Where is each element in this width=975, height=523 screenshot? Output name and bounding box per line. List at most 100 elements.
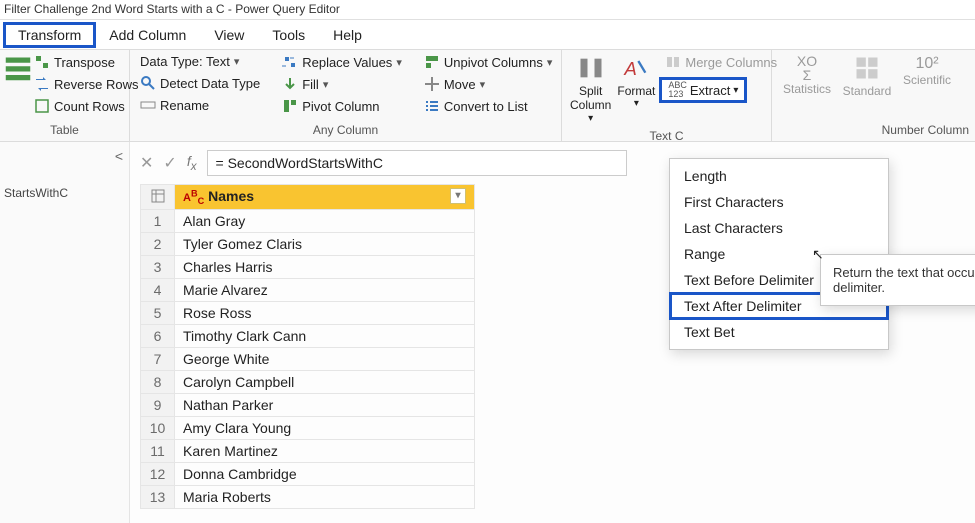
- type-indicator-icon: ABC: [183, 192, 204, 204]
- ribbon: Transpose Reverse Rows Count Rows Table …: [0, 50, 975, 142]
- rename-icon: [140, 97, 156, 113]
- menu-transform[interactable]: Transform: [4, 23, 95, 47]
- row-number: 1: [141, 210, 175, 233]
- cell-names[interactable]: Timothy Clark Cann: [175, 325, 475, 348]
- list-icon: [424, 98, 440, 114]
- cell-names[interactable]: Maria Roberts: [175, 486, 475, 509]
- row-number: 11: [141, 440, 175, 463]
- table-row[interactable]: 8Carolyn Campbell: [141, 371, 475, 394]
- query-item[interactable]: StartsWithC: [0, 182, 120, 204]
- split-column-button[interactable]: Split Column▾: [568, 52, 613, 127]
- menu-view[interactable]: View: [200, 23, 258, 47]
- row-number: 4: [141, 279, 175, 302]
- menu-item-first-characters[interactable]: First Characters: [670, 189, 888, 215]
- table-row[interactable]: 10Amy Clara Young: [141, 417, 475, 440]
- cell-names[interactable]: Carolyn Campbell: [175, 371, 475, 394]
- fx-icon[interactable]: fx: [187, 153, 197, 173]
- menu-item-last-characters[interactable]: Last Characters: [670, 215, 888, 241]
- format-button[interactable]: A Format▾: [615, 52, 657, 127]
- table-row[interactable]: 9Nathan Parker: [141, 394, 475, 417]
- replace-values-button[interactable]: Replace Values: [278, 52, 406, 72]
- menu-help[interactable]: Help: [319, 23, 376, 47]
- unpivot-button[interactable]: Unpivot Columns: [420, 52, 557, 72]
- column-header-names[interactable]: ABC Names ▾: [175, 185, 475, 210]
- menu-add-column[interactable]: Add Column: [95, 23, 200, 47]
- row-number: 2: [141, 233, 175, 256]
- scientific-icon: 10²: [915, 54, 938, 73]
- group-label-table: Table: [6, 121, 123, 141]
- statistics-button: ΧΟ Σ Statistics: [778, 52, 836, 121]
- detect-type-button[interactable]: Detect Data Type: [136, 73, 264, 93]
- move-button[interactable]: Move: [420, 74, 557, 94]
- formula-input[interactable]: = SecondWordStartsWithC: [207, 150, 627, 176]
- convert-list-button[interactable]: Convert to List: [420, 96, 557, 116]
- split-icon: [577, 54, 605, 82]
- table-row[interactable]: 2Tyler Gomez Claris: [141, 233, 475, 256]
- cell-names[interactable]: George White: [175, 348, 475, 371]
- rows-icon: [4, 54, 32, 82]
- extract-button[interactable]: ABC123Extract▾: [661, 79, 745, 101]
- queries-pane: < StartsWithC: [0, 142, 130, 523]
- unpivot-icon: [424, 54, 440, 70]
- row-number: 9: [141, 394, 175, 417]
- rename-button[interactable]: Rename: [136, 95, 264, 115]
- pivot-icon: [282, 98, 298, 114]
- row-number: 12: [141, 463, 175, 486]
- row-number: 8: [141, 371, 175, 394]
- collapse-pane-button[interactable]: <: [115, 148, 123, 164]
- cell-names[interactable]: Tyler Gomez Claris: [175, 233, 475, 256]
- cell-names[interactable]: Alan Gray: [175, 210, 475, 233]
- cell-names[interactable]: Donna Cambridge: [175, 463, 475, 486]
- merge-columns-button: Merge Columns: [661, 52, 781, 72]
- table-icon: [151, 189, 165, 203]
- row-number: 3: [141, 256, 175, 279]
- detect-icon: [140, 75, 156, 91]
- column-filter-button[interactable]: ▾: [450, 188, 466, 204]
- menu-item-length[interactable]: Length: [670, 163, 888, 189]
- count-rows-button[interactable]: Count Rows: [30, 96, 143, 116]
- sigma-icon: ΧΟ Σ: [797, 54, 817, 82]
- replace-icon: [282, 54, 298, 70]
- group-label-anycolumn: Any Column: [136, 121, 555, 141]
- row-number: 7: [141, 348, 175, 371]
- cell-names[interactable]: Karen Martinez: [175, 440, 475, 463]
- pivot-button[interactable]: Pivot Column: [278, 96, 406, 116]
- menu-tools[interactable]: Tools: [258, 23, 319, 47]
- transpose-button[interactable]: Transpose: [30, 52, 143, 72]
- transpose-icon: [34, 54, 50, 70]
- fill-button[interactable]: Fill: [278, 74, 406, 94]
- accept-formula-icon[interactable]: ✓: [163, 153, 176, 173]
- cell-names[interactable]: Charles Harris: [175, 256, 475, 279]
- table-row[interactable]: 13Maria Roberts: [141, 486, 475, 509]
- row-number: 13: [141, 486, 175, 509]
- reverse-rows-button[interactable]: Reverse Rows: [30, 74, 143, 94]
- menu-item-text-between-delimiters[interactable]: Text Bet: [670, 319, 888, 345]
- standard-icon: [853, 54, 881, 82]
- table-row[interactable]: 7George White: [141, 348, 475, 371]
- row-number: 5: [141, 302, 175, 325]
- table-row[interactable]: 11Karen Martinez: [141, 440, 475, 463]
- cell-names[interactable]: Rose Ross: [175, 302, 475, 325]
- format-icon: A: [622, 54, 650, 82]
- data-type-button[interactable]: Data Type: Text: [136, 52, 264, 71]
- reverse-icon: [34, 76, 50, 92]
- table-row[interactable]: 1Alan Gray: [141, 210, 475, 233]
- table-row[interactable]: 3Charles Harris: [141, 256, 475, 279]
- count-icon: [34, 98, 50, 114]
- table-row[interactable]: 12Donna Cambridge: [141, 463, 475, 486]
- cell-names[interactable]: Marie Alvarez: [175, 279, 475, 302]
- table-row[interactable]: 4Marie Alvarez: [141, 279, 475, 302]
- menu-bar: Transform Add Column View Tools Help: [0, 20, 975, 50]
- cell-names[interactable]: Amy Clara Young: [175, 417, 475, 440]
- table-row[interactable]: 6Timothy Clark Cann: [141, 325, 475, 348]
- row-ops-button[interactable]: [6, 52, 30, 121]
- merge-icon: [665, 54, 681, 70]
- svg-text:A: A: [624, 58, 637, 79]
- table-row[interactable]: 5Rose Ross: [141, 302, 475, 325]
- row-number: 6: [141, 325, 175, 348]
- cancel-formula-icon[interactable]: ✕: [140, 153, 153, 173]
- table-corner[interactable]: [141, 185, 175, 210]
- window-title: Filter Challenge 2nd Word Starts with a …: [0, 0, 975, 20]
- tooltip: Return the text that occurs after a deli…: [820, 254, 975, 306]
- cell-names[interactable]: Nathan Parker: [175, 394, 475, 417]
